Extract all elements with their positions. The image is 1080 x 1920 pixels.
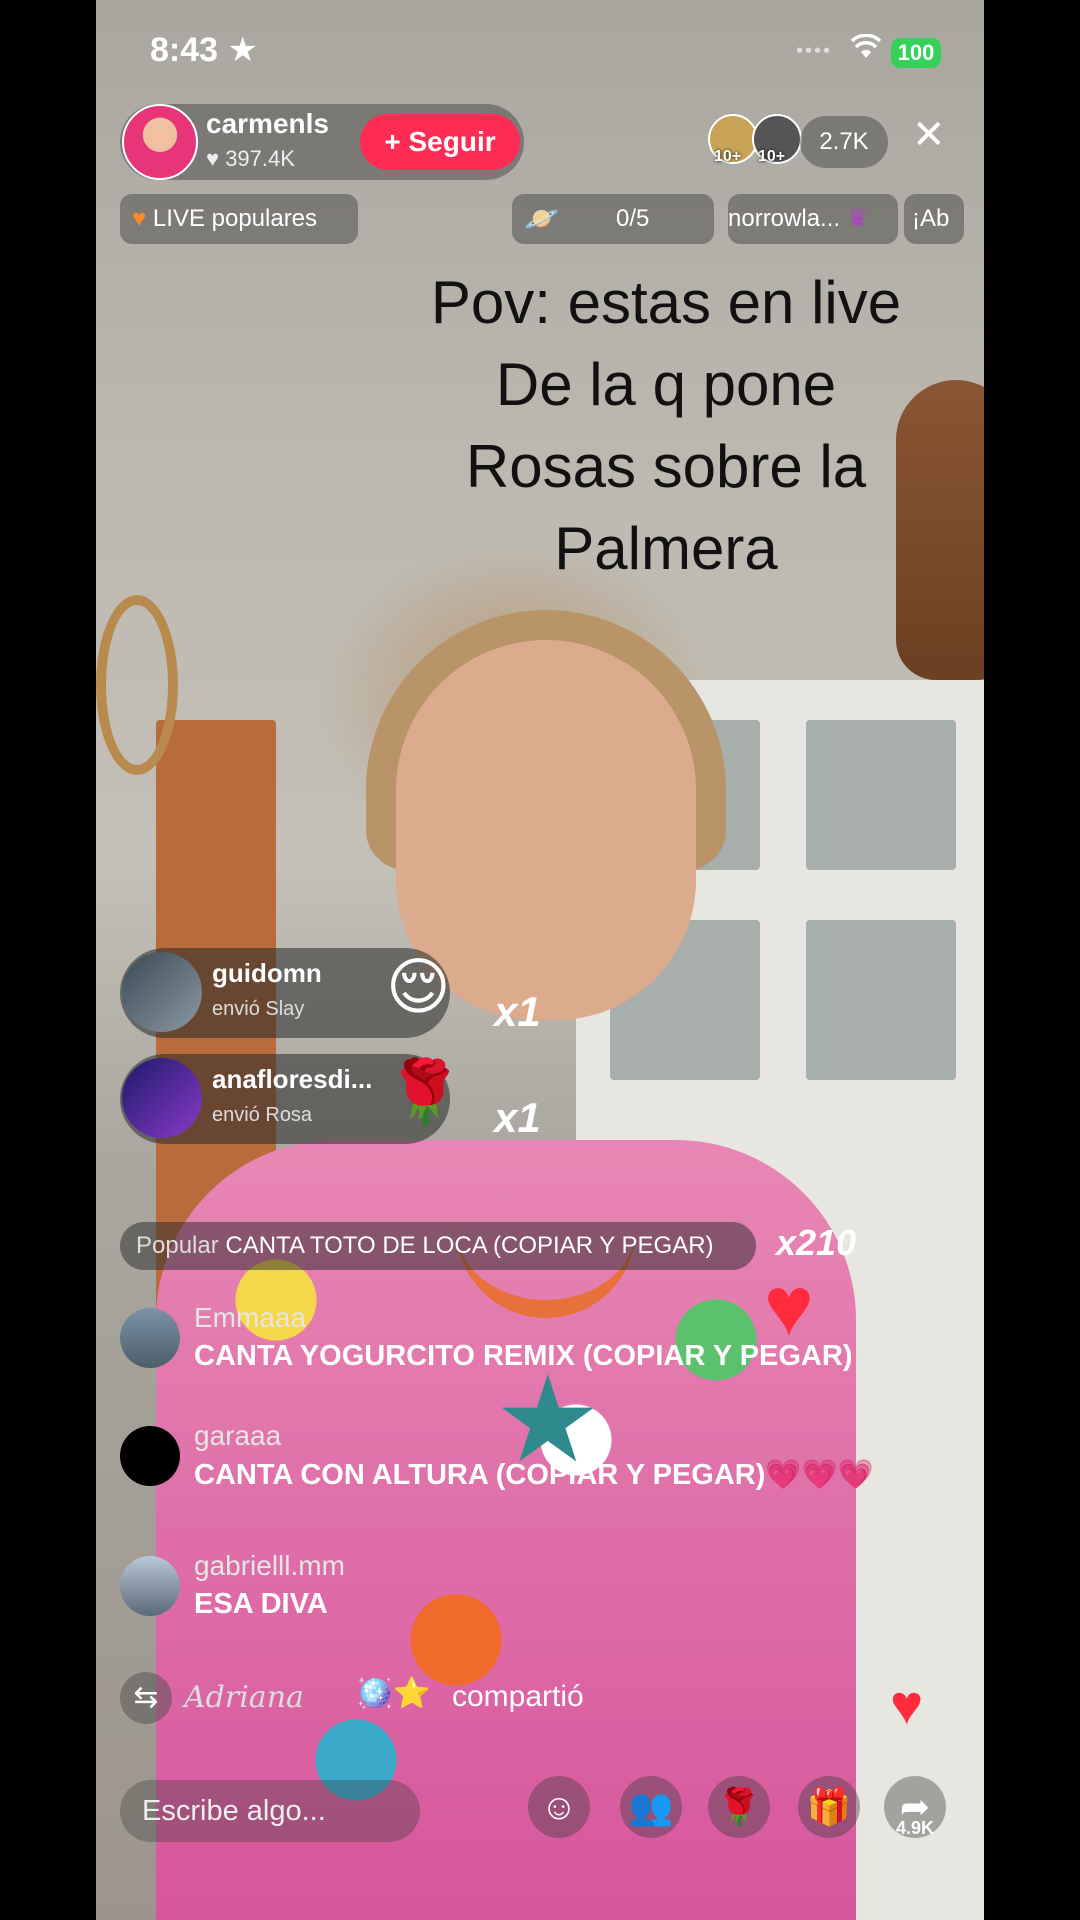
- host-likes: ♥ 397.4K: [206, 146, 295, 171]
- stream-caption: Pov: estas en live De la q pone Rosas so…: [430, 269, 902, 582]
- gift-sender-avatar[interactable]: [122, 1058, 202, 1138]
- wall-mirror: [96, 595, 178, 775]
- goal-progress[interactable]: 🪐 0/5: [512, 194, 714, 244]
- follow-button[interactable]: + Seguir: [360, 114, 520, 170]
- festival-icon: ♛: [846, 205, 869, 232]
- ticker-banner[interactable]: norrowla... ♛: [728, 194, 898, 244]
- gift-notification[interactable]: anafloresdi... envió Rosa 🌹: [120, 1054, 463, 1144]
- planet-icon: 🪐: [524, 203, 559, 234]
- repost-icon: ⇆: [120, 1672, 172, 1724]
- rose-gift-icon: 🌹: [386, 1058, 464, 1127]
- viewer-avatar[interactable]: 10+: [708, 114, 758, 165]
- commenter-avatar[interactable]: [120, 1308, 180, 1368]
- heart-icon: ♥: [206, 146, 220, 171]
- like-heart-icon[interactable]: ♥: [890, 1672, 923, 1737]
- wifi-icon: [850, 33, 882, 67]
- status-time: 8:43 ★: [150, 31, 258, 69]
- battery-icon: 100: [891, 38, 941, 68]
- viewer-count[interactable]: 2.7K: [800, 116, 888, 168]
- live-stream-view: ★ 8:43 ★ •••• 100 carmenls ♥ 397.4K + Se…: [96, 0, 984, 1920]
- gift-notification[interactable]: guidomn envió Slay 😌: [120, 948, 451, 1038]
- viewer-avatar[interactable]: 10+: [752, 114, 802, 165]
- flame-icon: ♥: [132, 205, 147, 232]
- gift-multiplier: x1: [494, 1094, 541, 1141]
- emoji-face-icon[interactable]: ☺: [528, 1776, 590, 1838]
- comment-input[interactable]: Escribe algo...: [120, 1780, 420, 1842]
- share-count: 4.9K: [896, 1818, 935, 1838]
- commenter-avatar[interactable]: [120, 1426, 180, 1486]
- rose-icon[interactable]: 🌹: [708, 1776, 770, 1838]
- top-viewers[interactable]: 10+ 10+: [708, 114, 808, 170]
- live-popular-button[interactable]: ♥ LIVE populares: [120, 194, 358, 244]
- host-name: carmenls: [206, 108, 329, 139]
- share-notification: ⇆ 𝐴𝑑𝑟𝑖𝑎𝑛𝑎 🪩⭐ compartió: [120, 1668, 960, 1732]
- host-profile[interactable]: carmenls ♥ 397.4K + Seguir: [120, 104, 524, 180]
- commenter-avatar[interactable]: [120, 1556, 180, 1616]
- close-icon[interactable]: ✕: [912, 112, 946, 158]
- ticker-banner-2[interactable]: ¡Ab: [904, 194, 964, 244]
- popular-comment-banner[interactable]: Popular CANTA TOTO DE LOCA (COPIAR Y PEG…: [120, 1222, 756, 1270]
- people-icon[interactable]: 👥: [620, 1776, 682, 1838]
- star-icon: ★: [227, 31, 258, 69]
- gift-multiplier: x1: [494, 988, 541, 1035]
- gift-sender-avatar[interactable]: [122, 952, 202, 1032]
- signal-icon: ••••: [796, 40, 833, 62]
- slay-gift-icon: 😌: [386, 953, 451, 1022]
- host-avatar[interactable]: [122, 104, 198, 180]
- gift-icon[interactable]: 🎁: [798, 1776, 860, 1838]
